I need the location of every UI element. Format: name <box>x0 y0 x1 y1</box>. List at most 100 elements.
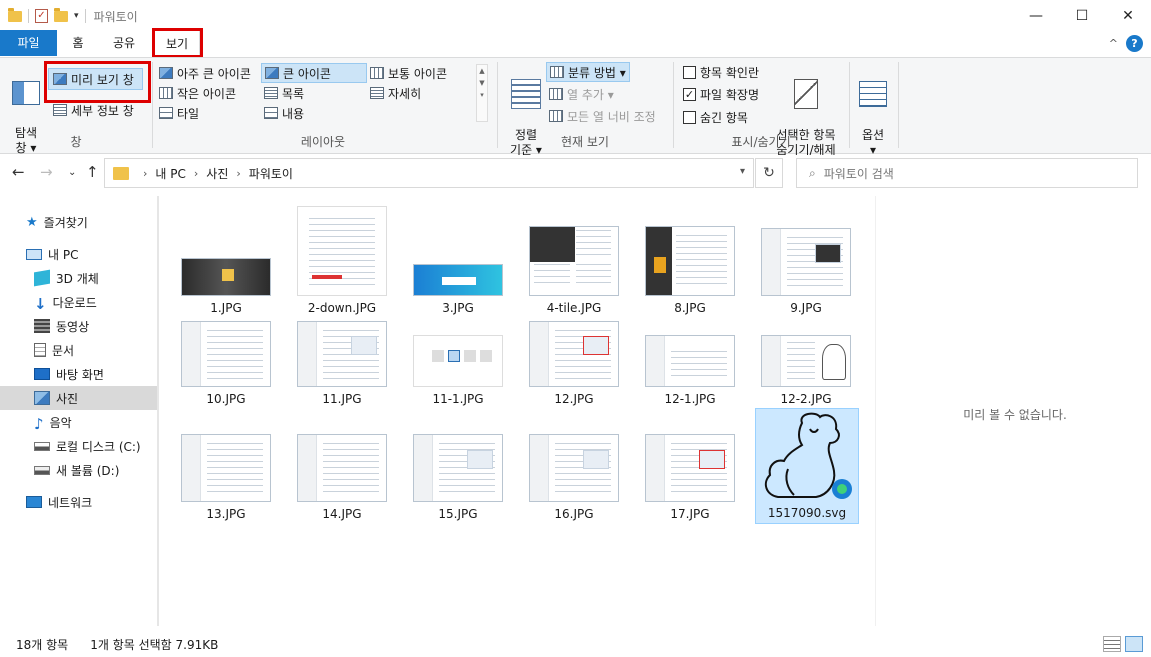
nav-item-quick-access[interactable]: ★ 즐겨찾기 <box>0 210 157 234</box>
navigation-pane: ★ 즐겨찾기 내 PC 3D 개체 ↓ 다운로드 동영상 문서 바탕 화면 사진… <box>0 196 160 626</box>
fit-columns-label: 모든 열 너비 조정 <box>567 109 656 124</box>
chevron-right-icon[interactable]: › <box>143 167 147 180</box>
customize-toolbar-icon[interactable]: ▾ <box>74 11 79 21</box>
group-by-button[interactable]: 분류 방법 ▾ <box>546 62 630 82</box>
image-thumbnail <box>529 226 619 296</box>
file-extensions-toggle[interactable]: ✓ 파일 확장명 <box>680 84 762 104</box>
refresh-button[interactable]: ↻ <box>755 158 783 188</box>
image-thumbnail <box>645 434 735 502</box>
breadcrumb-pictures[interactable]: 사진 <box>206 165 228 182</box>
file-item[interactable]: 10.JPG <box>174 299 278 406</box>
checkbox-unchecked[interactable] <box>683 110 696 124</box>
close-button[interactable]: ✕ <box>1105 0 1151 32</box>
status-bar: 18개 항목 1개 항목 선택함 7.91KB <box>0 632 1151 657</box>
file-name: 12.JPG <box>554 392 594 406</box>
search-input[interactable]: ⌕ 파워토이 검색 <box>796 158 1138 188</box>
layout-details[interactable]: 자세히 <box>367 83 424 103</box>
file-item[interactable]: 12.JPG <box>522 299 626 406</box>
tab-view[interactable]: 보기 <box>154 30 200 57</box>
checkbox-unchecked[interactable] <box>683 65 696 79</box>
group-by-icon <box>550 66 564 78</box>
checkbox-checked[interactable]: ✓ <box>683 87 696 101</box>
collapse-ribbon-icon[interactable]: ^ <box>1109 37 1118 50</box>
image-thumbnail <box>413 434 503 502</box>
file-item[interactable]: 16.JPG <box>522 410 626 521</box>
nav-pane-scrollbar[interactable] <box>157 196 159 626</box>
preview-pane-button[interactable]: 미리 보기 창 <box>48 68 143 90</box>
nav-item-desktop[interactable]: 바탕 화면 <box>0 362 157 386</box>
layout-label: 아주 큰 아이콘 <box>177 66 251 81</box>
layout-scroll[interactable]: ▲ ▼ ▾ <box>476 64 488 122</box>
thumbnail-detail <box>414 435 434 501</box>
file-item[interactable]: 11-1.JPG <box>406 299 510 406</box>
options-label: 옵션 ▾ <box>861 128 885 157</box>
nav-item-documents[interactable]: 문서 <box>0 338 157 362</box>
status-selection: 1개 항목 선택함 7.91KB <box>90 638 219 652</box>
item-checkboxes-toggle[interactable]: 항목 확인란 <box>680 62 762 82</box>
recent-locations-icon[interactable]: ⌄ <box>68 167 76 178</box>
nav-item-volume-d[interactable]: 새 볼륨 (D:) <box>0 458 157 482</box>
file-item[interactable]: 11.JPG <box>290 299 394 406</box>
file-name: 13.JPG <box>206 507 246 521</box>
nav-item-local-disk-c[interactable]: 로컬 디스크 (C:) <box>0 434 157 458</box>
details-view-icon[interactable] <box>1103 636 1121 652</box>
file-item[interactable]: 17.JPG <box>638 410 742 521</box>
nav-item-music[interactable]: ♪ 음악 <box>0 410 157 434</box>
details-pane-button[interactable]: 세부 정보 창 <box>50 100 137 120</box>
nav-item-this-pc[interactable]: 내 PC <box>0 242 157 266</box>
layout-label: 타일 <box>177 106 200 121</box>
tab-file[interactable]: 파일 <box>0 30 57 56</box>
nav-item-videos[interactable]: 동영상 <box>0 314 157 338</box>
tab-share[interactable]: 공유 <box>104 30 144 56</box>
file-item[interactable]: 14.JPG <box>290 410 394 521</box>
preview-pane-divider[interactable] <box>875 196 876 626</box>
layout-tiles[interactable]: 타일 <box>156 103 202 123</box>
title-bar: ✓ ▾ 파워토이 — ☐ ✕ <box>0 0 1151 32</box>
properties-icon[interactable]: ✓ <box>35 9 48 23</box>
chevron-right-icon[interactable]: › <box>236 167 240 180</box>
nav-item-3d-objects[interactable]: 3D 개체 <box>0 266 157 290</box>
group-separator <box>849 62 850 148</box>
file-item[interactable]: 13.JPG <box>174 410 278 521</box>
file-name: 15.JPG <box>438 507 478 521</box>
layout-list[interactable]: 목록 <box>261 83 307 103</box>
window-controls: — ☐ ✕ <box>1013 0 1151 32</box>
layout-medium-icons[interactable]: 보통 아이콘 <box>367 63 450 83</box>
back-arrow-icon[interactable]: ← <box>12 163 25 181</box>
file-item[interactable]: 12-1.JPG <box>638 299 742 406</box>
ribbon: 탐색 창 ▾ 미리 보기 창 세부 정보 창 창 아주 큰 아이콘 큰 아이콘 … <box>0 57 1151 157</box>
nav-label: 네트워크 <box>48 495 93 510</box>
forward-arrow-icon[interactable]: → <box>40 163 53 181</box>
download-icon: ↓ <box>34 295 47 313</box>
nav-item-network[interactable]: 네트워크 <box>0 490 157 514</box>
image-thumbnail <box>645 335 735 387</box>
layout-extra-large-icons[interactable]: 아주 큰 아이콘 <box>156 63 254 83</box>
breadcrumb-this-pc[interactable]: 내 PC <box>155 165 185 182</box>
details-pane-label: 세부 정보 창 <box>71 103 134 118</box>
breadcrumb-current[interactable]: 파워토이 <box>249 165 293 182</box>
up-arrow-icon[interactable]: ↑ <box>86 163 99 181</box>
nav-label: 새 볼륨 (D:) <box>56 463 120 478</box>
chevron-down-icon[interactable]: ▾ <box>740 166 745 177</box>
nav-item-downloads[interactable]: ↓ 다운로드 <box>0 290 157 314</box>
add-columns-button[interactable]: 열 추가 ▾ <box>546 84 617 104</box>
layout-content[interactable]: 내용 <box>261 103 307 123</box>
minimize-button[interactable]: — <box>1013 0 1059 32</box>
layout-large-icons[interactable]: 큰 아이콘 <box>261 63 367 83</box>
file-item[interactable]: 12-2.JPG <box>754 299 858 406</box>
address-bar[interactable]: › 내 PC › 사진 › 파워토이 ▾ <box>104 158 754 188</box>
maximize-button[interactable]: ☐ <box>1059 0 1105 32</box>
hidden-items-toggle[interactable]: 숨긴 항목 <box>680 107 751 127</box>
layout-small-icons[interactable]: 작은 아이콘 <box>156 83 239 103</box>
file-item[interactable]: 15.JPG <box>406 410 510 521</box>
fit-columns-button[interactable]: 모든 열 너비 조정 <box>546 106 659 126</box>
file-item-selected[interactable]: 1517090.svg <box>755 408 859 524</box>
large-icons-view-icon[interactable] <box>1125 636 1143 652</box>
options-button[interactable]: 옵션 ▾ <box>853 66 893 158</box>
new-folder-icon[interactable] <box>54 7 68 22</box>
nav-label: 3D 개체 <box>56 271 99 286</box>
help-icon[interactable]: ? <box>1126 35 1143 52</box>
chevron-right-icon[interactable]: › <box>194 167 198 180</box>
nav-item-pictures[interactable]: 사진 <box>0 386 157 410</box>
tab-home[interactable]: 홈 <box>62 30 94 56</box>
